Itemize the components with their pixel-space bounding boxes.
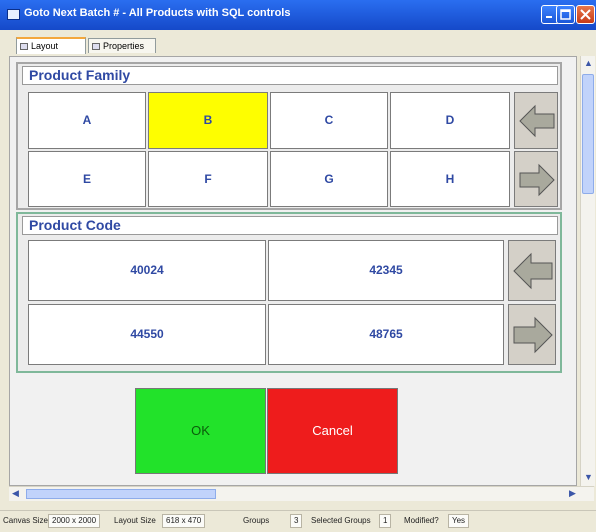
close-icon	[580, 9, 591, 20]
horizontal-scroll-thumb[interactable]	[26, 489, 216, 499]
code-button-48765[interactable]: 48765	[268, 304, 504, 365]
arrow-right-icon	[513, 316, 553, 354]
family-label-f: F	[204, 172, 212, 186]
tab-bar: Layout Properties	[0, 30, 596, 56]
family-button-a[interactable]: A	[28, 92, 146, 149]
family-label-a: A	[82, 113, 92, 127]
selected-groups-label: Selected Groups	[311, 516, 371, 525]
scroll-left-icon[interactable]: ◀	[12, 488, 19, 499]
title-bar: Goto Next Batch # - All Products with SQ…	[0, 0, 596, 30]
modified-value: Yes	[448, 514, 470, 528]
product-family-panel: Product Family A B C D E F G H	[16, 62, 562, 210]
cancel-button[interactable]: Cancel	[267, 388, 398, 474]
code-label-42345: 42345	[369, 263, 403, 277]
tab-properties-label: Properties	[103, 41, 145, 51]
tab-properties[interactable]: Properties	[88, 38, 156, 53]
scroll-down-icon[interactable]: ▼	[584, 472, 593, 482]
groups-value: 3	[290, 514, 303, 528]
family-button-g[interactable]: G	[270, 151, 388, 207]
product-family-title: Product Family	[22, 66, 558, 85]
family-prev-button[interactable]	[514, 92, 558, 149]
code-button-42345[interactable]: 42345	[268, 240, 504, 301]
family-button-d[interactable]: D	[390, 92, 510, 149]
family-label-b: B	[203, 113, 213, 127]
modified-label: Modified?	[404, 516, 439, 525]
code-next-button[interactable]	[508, 304, 556, 365]
vertical-scrollbar[interactable]: ▲ ▼	[580, 56, 595, 486]
family-button-c[interactable]: C	[270, 92, 388, 149]
arrow-right-icon	[519, 163, 555, 197]
family-label-e: E	[82, 172, 91, 186]
family-label-h: H	[445, 172, 455, 186]
layout-size-value: 618 x 470	[162, 514, 206, 528]
ok-button[interactable]: OK	[135, 388, 266, 474]
family-label-d: D	[445, 113, 455, 127]
product-code-panel: Product Code 40024 42345 44550 48765	[16, 212, 562, 373]
layout-icon	[20, 43, 28, 50]
properties-icon	[92, 43, 100, 50]
product-code-title: Product Code	[22, 216, 558, 235]
minimize-icon	[546, 16, 552, 18]
groups-label: Groups	[243, 516, 270, 525]
status-bar: Canvas Size 2000 x 2000 Layout Size 618 …	[0, 510, 596, 532]
family-button-e[interactable]: E	[28, 151, 146, 207]
window-title: Goto Next Batch # - All Products with SQ…	[24, 7, 291, 19]
code-button-44550[interactable]: 44550	[28, 304, 266, 365]
layout-canvas: Product Family A B C D E F G H Product C…	[9, 56, 577, 486]
cancel-label: Cancel	[312, 423, 353, 438]
close-button[interactable]	[576, 5, 595, 24]
canvas-size-label: Canvas Size	[3, 516, 48, 525]
scroll-up-icon[interactable]: ▲	[584, 58, 593, 68]
ok-label: OK	[191, 423, 210, 438]
family-button-h[interactable]: H	[390, 151, 510, 207]
canvas-size-value: 2000 x 2000	[48, 514, 101, 528]
code-label-44550: 44550	[130, 327, 164, 341]
vertical-scroll-thumb[interactable]	[582, 74, 594, 194]
horizontal-scrollbar[interactable]: ◀ ▶	[9, 486, 594, 501]
arrow-left-icon	[513, 252, 553, 290]
arrow-left-icon	[519, 104, 555, 138]
code-label-40024: 40024	[130, 263, 164, 277]
code-button-40024[interactable]: 40024	[28, 240, 266, 301]
maximize-icon	[560, 9, 571, 20]
layout-size-label: Layout Size	[114, 516, 156, 525]
code-prev-button[interactable]	[508, 240, 556, 301]
maximize-button[interactable]	[556, 5, 575, 24]
selected-groups-value: 1	[379, 514, 392, 528]
tab-layout[interactable]: Layout	[16, 37, 86, 54]
family-button-b[interactable]: B	[148, 92, 268, 149]
scroll-right-icon[interactable]: ▶	[569, 488, 576, 499]
family-next-button[interactable]	[514, 151, 558, 207]
code-label-48765: 48765	[369, 327, 403, 341]
family-label-c: C	[324, 113, 334, 127]
app-window-icon	[7, 9, 20, 20]
family-label-g: G	[324, 172, 334, 186]
tab-layout-label: Layout	[31, 41, 59, 51]
family-button-f[interactable]: F	[148, 151, 268, 207]
